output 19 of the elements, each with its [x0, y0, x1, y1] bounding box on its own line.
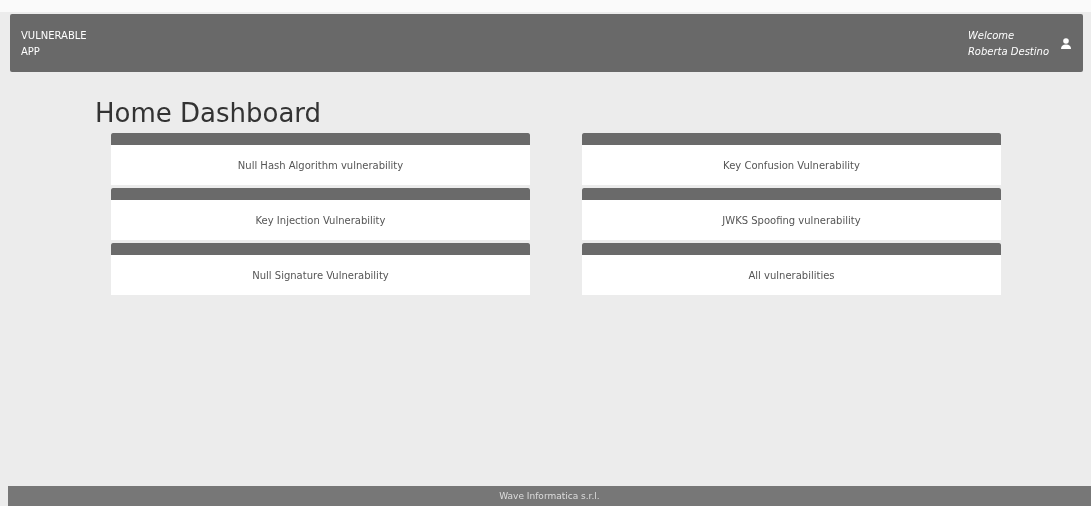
user-icon[interactable] [1061, 37, 1071, 49]
vulnerability-card[interactable]: Null Hash Algorithm vulnerability [111, 133, 530, 185]
vulnerability-card[interactable]: JWKS Spoofing vulnerability [582, 188, 1001, 240]
card-label: Null Hash Algorithm vulnerability [237, 159, 404, 171]
card-label: Null Signature Vulnerability [252, 269, 389, 281]
vulnerability-card[interactable]: Key Injection Vulnerability [111, 188, 530, 240]
page-title: Home Dashboard [95, 98, 323, 129]
card-label: Key Injection Vulnerability [255, 214, 386, 226]
card-label: Key Confusion Vulnerability [723, 159, 860, 171]
app-brand[interactable]: VULNERABLE [21, 28, 87, 42]
user-name: Roberta Destino [967, 44, 1049, 58]
vulnerability-card[interactable]: Key Confusion Vulnerability [582, 133, 1001, 185]
footer-text: Wave Informatica s.r.l. [499, 491, 600, 501]
card-label: All vulnerabilities [748, 269, 835, 281]
app-brand[interactable]: APP [21, 44, 87, 58]
vulnerability-card[interactable]: All vulnerabilities [582, 243, 1001, 295]
vulnerability-card[interactable]: Null Signature Vulnerability [111, 243, 530, 295]
welcome-text: Welcome [967, 28, 1016, 42]
card-label: JWKS Spoofing vulnerability [722, 214, 861, 226]
